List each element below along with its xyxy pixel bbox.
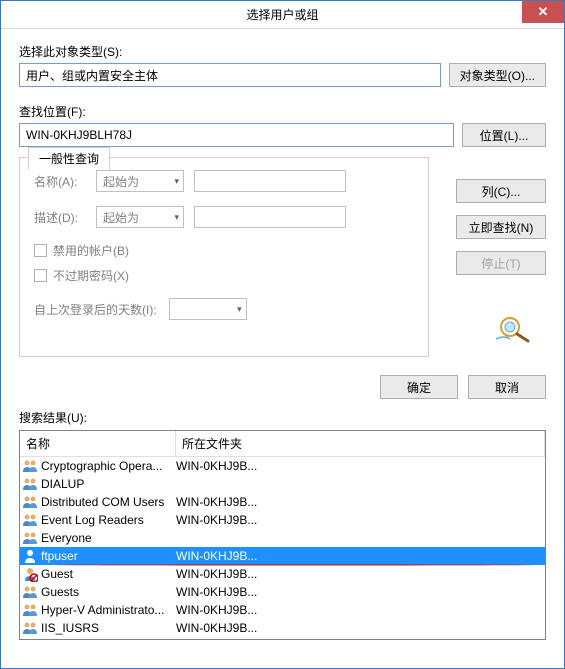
name-match-combo[interactable]: 起始为 ▾ <box>96 170 184 192</box>
days-since-logon-combo[interactable]: ▾ <box>169 298 247 320</box>
cell-folder: WIN-0KHJ9B... <box>172 495 543 509</box>
cell-name: Hyper-V Administrato... <box>22 602 172 618</box>
list-item[interactable]: GuestWIN-0KHJ9B... <box>20 565 545 583</box>
cell-folder: WIN-0KHJ9B... <box>172 621 543 635</box>
list-item[interactable]: INTERACTIVE <box>20 637 545 639</box>
results-header: 名称 所在文件夹 <box>20 431 545 457</box>
close-button[interactable]: ✕ <box>522 1 564 23</box>
label-non-expiring-password: 不过期密码(X) <box>53 267 129 284</box>
cell-name: ftpuser <box>22 548 172 564</box>
location-field: WIN-0KHJ9BLH78J <box>19 123 454 147</box>
list-item[interactable]: GuestsWIN-0KHJ9B... <box>20 583 545 601</box>
search-results-list: 名称 所在文件夹 Cryptographic Opera...WIN-0KHJ9… <box>19 430 546 640</box>
chevron-down-icon: ▾ <box>237 304 242 315</box>
label-object-type: 选择此对象类型(S): <box>19 43 546 60</box>
cell-folder: WIN-0KHJ9B... <box>172 459 543 473</box>
label-name: 名称(A): <box>34 173 86 190</box>
list-item[interactable]: IIS_IUSRSWIN-0KHJ9B... <box>20 619 545 637</box>
disabled-accounts-checkbox[interactable] <box>34 244 47 257</box>
list-item[interactable]: Distributed COM UsersWIN-0KHJ9B... <box>20 493 545 511</box>
cell-name: IIS_IUSRS <box>22 620 172 636</box>
tab-common-queries[interactable]: 一般性查询 <box>28 147 110 170</box>
cell-name: Guest <box>22 566 172 582</box>
label-disabled-accounts: 禁用的帐户(B) <box>53 242 129 259</box>
list-item[interactable]: Everyone <box>20 529 545 547</box>
cell-name: Guests <box>22 584 172 600</box>
common-queries-tab-panel: 一般性查询 名称(A): 起始为 ▾ 描述(D): 起始为 ▾ 禁用的 <box>19 157 429 357</box>
label-description: 描述(D): <box>34 209 86 226</box>
label-days-since-logon: 自上次登录后的天数(I): <box>34 301 157 318</box>
cell-folder: WIN-0KHJ9B... <box>172 513 543 527</box>
list-item[interactable]: Hyper-V Administrato...WIN-0KHJ9B... <box>20 601 545 619</box>
object-type-field: 用户、组或内置安全主体 <box>19 63 441 87</box>
ok-button[interactable]: 确定 <box>380 375 458 399</box>
cell-folder: WIN-0KHJ9B... <box>172 585 543 599</box>
cell-folder: WIN-0KHJ9B... <box>172 567 543 581</box>
column-header-name[interactable]: 名称 <box>20 431 176 456</box>
locations-button[interactable]: 位置(L)... <box>462 123 546 147</box>
user-disabled-icon <box>22 566 38 582</box>
name-input[interactable] <box>194 170 346 192</box>
columns-button[interactable]: 列(C)... <box>456 179 546 203</box>
cancel-button[interactable]: 取消 <box>468 375 546 399</box>
group-icon <box>22 602 38 618</box>
list-item[interactable]: Cryptographic Opera...WIN-0KHJ9B... <box>20 457 545 475</box>
list-item[interactable]: Event Log ReadersWIN-0KHJ9B... <box>20 511 545 529</box>
results-rows-container[interactable]: Cryptographic Opera...WIN-0KHJ9B...DIALU… <box>20 457 545 639</box>
label-location: 查找位置(F): <box>19 103 546 120</box>
group-icon <box>22 512 38 528</box>
cell-name: Event Log Readers <box>22 512 172 528</box>
cell-folder: WIN-0KHJ9B... <box>172 549 543 563</box>
group-icon <box>22 476 38 492</box>
group-icon <box>22 584 38 600</box>
group-icon <box>22 620 38 636</box>
window-title: 选择用户或组 <box>246 6 318 23</box>
search-icon <box>494 315 534 346</box>
description-match-combo[interactable]: 起始为 ▾ <box>96 206 184 228</box>
group-icon <box>22 530 38 546</box>
close-icon: ✕ <box>538 4 549 20</box>
cell-name: Distributed COM Users <box>22 494 172 510</box>
non-expiring-password-checkbox[interactable] <box>34 269 47 282</box>
stop-button[interactable]: 停止(T) <box>456 251 546 275</box>
dialog-select-user-or-group: 选择用户或组 ✕ 选择此对象类型(S): 用户、组或内置安全主体 对象类型(O)… <box>0 0 565 669</box>
label-search-results: 搜索结果(U): <box>19 409 546 426</box>
annotation-underline <box>54 565 535 566</box>
group-icon <box>22 458 38 474</box>
object-types-button[interactable]: 对象类型(O)... <box>449 63 546 87</box>
user-icon <box>22 548 38 564</box>
list-item[interactable]: DIALUP <box>20 475 545 493</box>
group-icon <box>22 494 38 510</box>
cell-folder: WIN-0KHJ9B... <box>172 603 543 617</box>
find-now-button[interactable]: 立即查找(N) <box>456 215 546 239</box>
group-icon <box>22 638 38 639</box>
chevron-down-icon: ▾ <box>174 212 179 223</box>
cell-name: DIALUP <box>22 476 172 492</box>
column-header-folder[interactable]: 所在文件夹 <box>176 431 545 456</box>
titlebar: 选择用户或组 ✕ <box>1 1 564 29</box>
cell-name: Everyone <box>22 530 172 546</box>
chevron-down-icon: ▾ <box>174 176 179 187</box>
description-input[interactable] <box>194 206 346 228</box>
list-item[interactable]: ftpuserWIN-0KHJ9B... <box>20 547 545 565</box>
cell-name: INTERACTIVE <box>22 638 172 639</box>
cell-name: Cryptographic Opera... <box>22 458 172 474</box>
